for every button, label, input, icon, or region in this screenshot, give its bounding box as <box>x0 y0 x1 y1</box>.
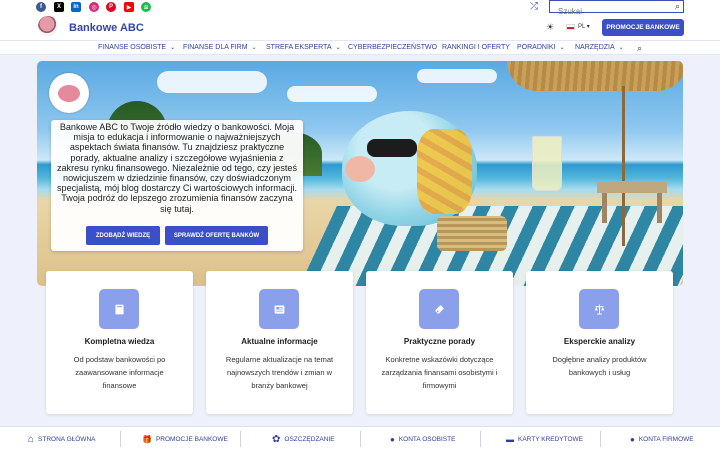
youtube-icon[interactable]: ▶ <box>124 2 134 12</box>
chevron-down-icon: ⌄ <box>618 45 624 51</box>
piggy-bank-icon: ✿ <box>272 433 281 445</box>
check-bank-offers-button[interactable]: SPRAWDŹ OFERTĘ BANKÓW <box>165 226 268 245</box>
divider <box>600 431 601 447</box>
site-header: Bankowe ABC ☀ PL ▾ PROMOCJE BANKOWE <box>0 14 720 40</box>
hero-description: Bankowe ABC to Twoje źródło wiedzy o ban… <box>56 122 298 194</box>
card-description: Od podstaw bankowości po zaawansowane in… <box>73 355 166 390</box>
hero-card: Bankowe ABC to Twoje źródło wiedzy o ban… <box>51 120 303 251</box>
main-nav: FINANSE OSOBISTE ⌄ FINANSE DLA FIRM ⌄ STRE… <box>0 40 720 55</box>
theme-toggle-icon[interactable]: ☀ <box>546 22 554 33</box>
bottom-nav-business-accounts[interactable]: ● KONTA FIRMOWE <box>630 427 694 450</box>
linkedin-icon[interactable]: in <box>71 2 81 12</box>
search-box: ⌕ <box>549 0 684 17</box>
feature-card-practical-tips[interactable]: Praktyczne porady Konkretne wskazówki do… <box>366 271 513 414</box>
table-leg <box>602 193 607 223</box>
home-icon: ⌂ <box>28 433 35 445</box>
table-leg <box>657 193 662 223</box>
shuffle-icon[interactable]: ⤮ <box>530 1 538 13</box>
chevron-down-icon: ⌄ <box>335 45 341 51</box>
bottom-nav-personal-accounts[interactable]: ● KONTA OSOBISTE <box>390 427 455 450</box>
cloud <box>417 69 497 83</box>
pig-snout <box>345 156 375 182</box>
logo-pig-icon[interactable] <box>38 16 58 36</box>
language-selector[interactable]: PL ▾ <box>578 23 590 30</box>
chevron-down-icon: ⌄ <box>559 45 565 51</box>
nav-item-finanse-dla-firm[interactable]: FINANSE DLA FIRM ⌄ <box>183 44 257 51</box>
divider <box>360 431 361 447</box>
nav-item-strefa-eksperta[interactable]: STREFA EKSPERTA ⌄ <box>266 44 341 51</box>
umbrella-pole <box>622 86 625 246</box>
spotify-icon[interactable]: ≋ <box>141 2 151 12</box>
brand-name[interactable]: Bankowe ABC <box>69 22 144 34</box>
nav-item-narzedzia[interactable]: NARZĘDZIA ⌄ <box>575 44 624 51</box>
promo-button[interactable]: PROMOCJE BANKOWE <box>602 19 684 36</box>
nav-item-cyberbezpieczenstwo[interactable]: CYBERBEZPIECZEŃSTWO <box>348 44 437 51</box>
pig-shirt <box>417 129 472 214</box>
social-bar: f X in ◎ P ▶ ≋ ⤮ ⌕ <box>0 0 720 17</box>
x-icon[interactable]: X <box>54 2 64 12</box>
nav-search-icon[interactable]: ⌕ <box>637 43 642 54</box>
feature-card-expert-analysis[interactable]: Eksperckie analizy Dogłębne analizy prod… <box>526 271 673 414</box>
cloud <box>287 86 377 102</box>
piggy-icon <box>58 85 80 102</box>
facebook-icon[interactable]: f <box>36 2 46 12</box>
scale-icon <box>579 289 619 329</box>
bottom-nav-savings[interactable]: ✿ OSZCZĘDZANIE <box>272 427 335 450</box>
feature-card-current-info[interactable]: Aktualne informacje Regularne aktualizac… <box>206 271 353 414</box>
nav-item-rankingi[interactable]: RANKINGI I OFERTY <box>442 44 510 51</box>
get-knowledge-button[interactable]: ZDOBĄDŹ WIEDZĘ <box>86 226 160 245</box>
nav-item-poradniki[interactable]: PORADNIKI ⌄ <box>517 44 565 51</box>
sunglasses <box>367 139 417 157</box>
divider <box>480 431 481 447</box>
coin-stack <box>437 216 507 251</box>
bottom-nav-credit-cards[interactable]: ▬ KARTY KREDYTOWE <box>506 427 583 450</box>
instagram-icon[interactable]: ◎ <box>89 2 99 12</box>
hero-buttons: ZDOBĄDŹ WIEDZĘ SPRAWDŹ OFERTĘ BANKÓW <box>51 226 303 245</box>
pinterest-icon[interactable]: P <box>106 2 116 12</box>
card-title: Kompletna wiedza <box>84 337 155 346</box>
beach-table <box>597 181 667 193</box>
beach-umbrella <box>507 61 683 91</box>
bottom-nav-home[interactable]: ⌂ STRONA GŁÓWNA <box>28 427 95 450</box>
search-icon[interactable]: ⌕ <box>675 1 680 12</box>
hero-tagline: Twoja podróż do lepszego zrozumienia fin… <box>61 193 293 214</box>
lemonade-glass <box>532 136 562 191</box>
poland-flag-icon[interactable] <box>566 24 575 30</box>
user-icon: ● <box>390 434 395 444</box>
chevron-down-icon: ⌄ <box>170 45 176 51</box>
card-description: Dogłębne analizy produktów bankowych i u… <box>552 355 647 377</box>
newspaper-icon <box>259 289 299 329</box>
feature-card-complete-knowledge[interactable]: Kompletna wiedza Od podstaw bankowości p… <box>46 271 193 414</box>
book-icon <box>99 289 139 329</box>
divider <box>120 431 121 447</box>
cloud <box>157 71 267 93</box>
card-title: Praktyczne porady <box>403 337 476 346</box>
business-user-icon: ● <box>630 434 635 444</box>
bottom-nav-promotions[interactable]: 🎁 PROMOCJE BANKOWE <box>142 427 228 450</box>
card-title: Aktualne informacje <box>241 337 318 346</box>
bottom-nav: ⌂ STRONA GŁÓWNA 🎁 PROMOCJE BANKOWE ✿ OSZ… <box>0 426 720 450</box>
card-description: Regularne aktualizacje na temat najnowsz… <box>225 355 334 390</box>
credit-card-icon: ▬ <box>506 434 514 444</box>
nav-item-finanse-osobiste[interactable]: FINANSE OSOBISTE ⌄ <box>98 44 175 51</box>
gift-icon: 🎁 <box>142 434 152 444</box>
divider <box>240 431 241 447</box>
chevron-down-icon: ⌄ <box>251 45 257 51</box>
hero-banner: Bankowe ABC to Twoje źródło wiedzy o ban… <box>37 61 683 286</box>
card-title: Eksperckie analizy <box>563 337 636 346</box>
card-description: Konkretne wskazówki dotyczące zarządzani… <box>381 355 498 390</box>
tag-icon <box>419 289 459 329</box>
hero-logo <box>49 73 89 113</box>
